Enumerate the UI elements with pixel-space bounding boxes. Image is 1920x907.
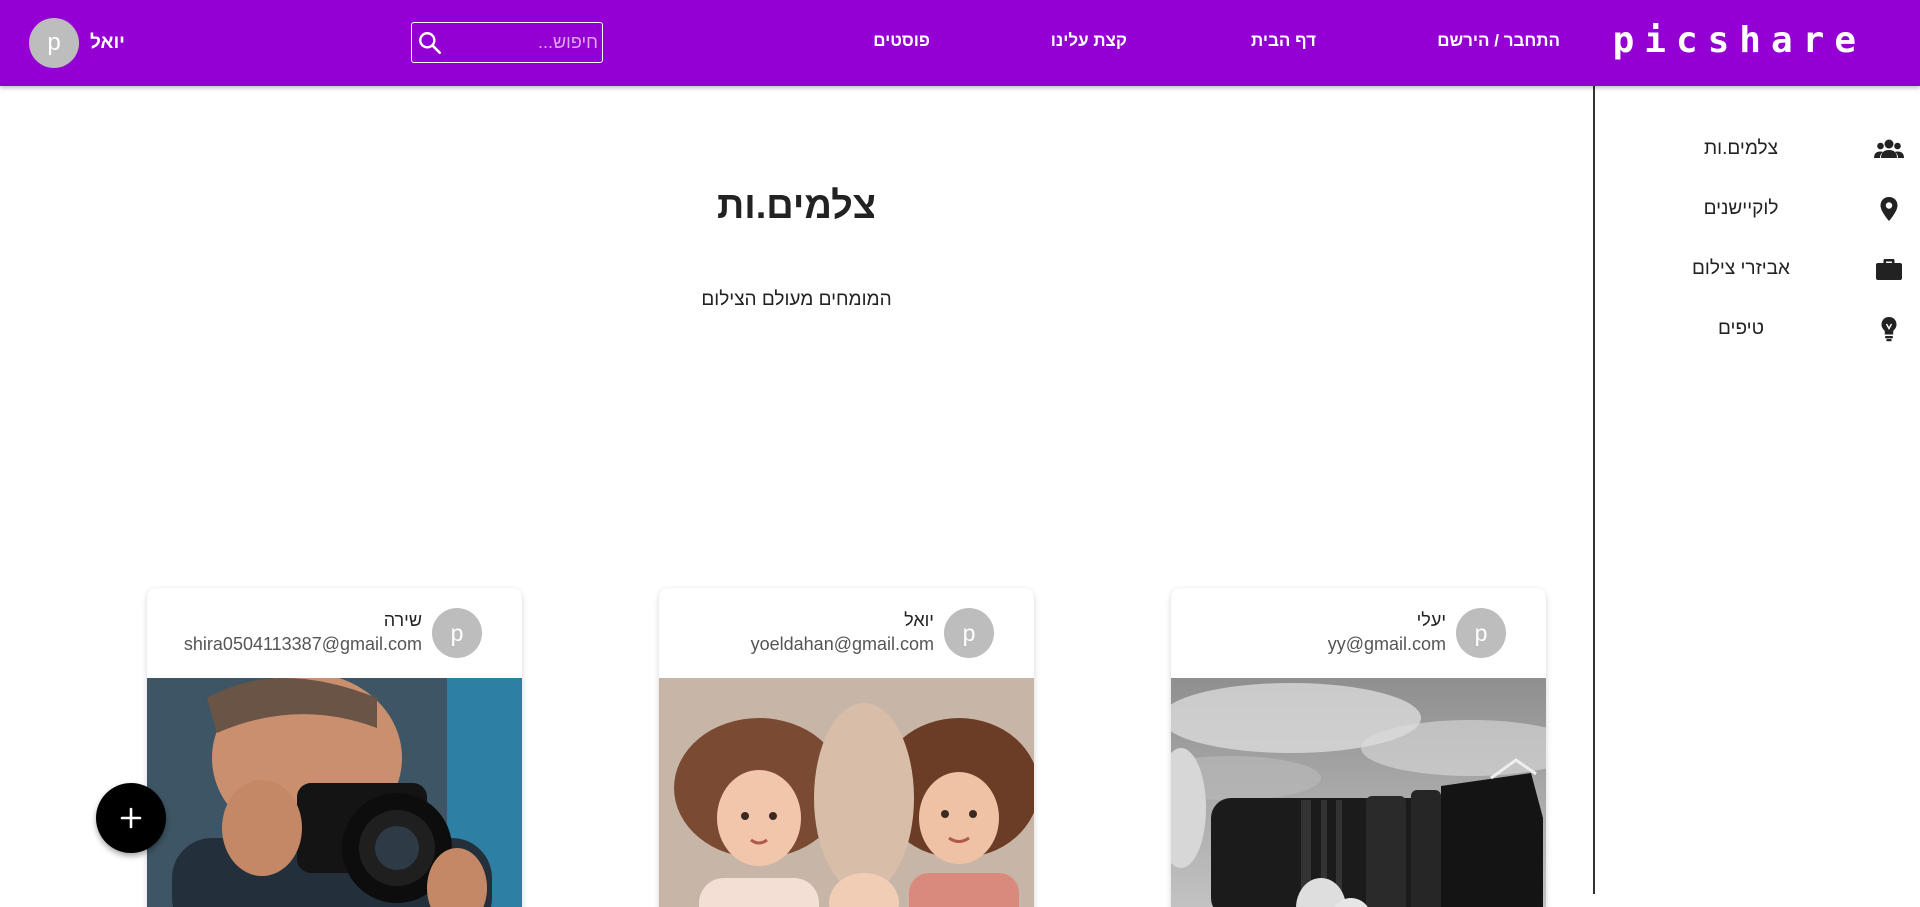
avatar[interactable]: p [1456,608,1506,658]
photographer-photo[interactable] [147,678,522,907]
sidebar-divider [1593,86,1595,894]
sidebar-item-locations[interactable]: לוקיישנים [1596,189,1920,229]
children-photo[interactable] [659,678,1034,907]
nav-about[interactable]: קצת עלינו [1051,31,1127,51]
nav-posts[interactable]: פוסטים [873,31,930,51]
page-title: צלמים.ות [716,185,877,227]
sidebar-item-label: טיפים [1718,318,1764,339]
card-email: shira0504113387@gmail.com [183,634,422,654]
photographer-card[interactable]: p יואל yoeldahan@gmail.com [659,588,1034,907]
card-header: p יעלי yy@gmail.com [1171,588,1546,678]
add-post-button[interactable] [96,783,166,853]
card-name: שירה [383,610,422,630]
sidebar-item-accessories[interactable]: אביזרי צילום [1596,249,1920,289]
avatar[interactable]: p [432,608,482,658]
photographer-card[interactable]: p שירה shira0504113387@gmail.com [147,588,522,907]
card-header: p שירה shira0504113387@gmail.com [147,588,522,678]
nav-login-register[interactable]: התחבר / הירשם [1437,31,1560,51]
plus-icon [120,807,142,829]
card-name: יעלי [1416,610,1446,630]
photographer-card[interactable]: p יעלי yy@gmail.com [1171,588,1546,907]
user-avatar[interactable]: p [29,18,79,68]
camera-lens-photo[interactable] [1171,678,1546,907]
sidebar-item-tips[interactable]: טיפים [1596,309,1920,349]
sidebar-item-label: לוקיישנים [1703,198,1779,219]
brand-logo[interactable]: picshare [1613,20,1866,61]
search-input[interactable] [446,23,598,62]
sidebar-item-photographers[interactable]: צלמים.ות [1596,129,1920,169]
card-name: יואל [904,610,934,630]
card-email: yy@gmail.com [1327,634,1446,654]
card-header: p יואל yoeldahan@gmail.com [659,588,1034,678]
nav-home[interactable]: דף הבית [1251,31,1316,51]
search-icon[interactable] [417,30,443,56]
avatar[interactable]: p [944,608,994,658]
sidebar-item-label: צלמים.ות [1704,138,1778,159]
page-subtitle: המומחים מעולם הצילום [701,289,892,310]
sidebar-item-label: אביזרי צילום [1692,258,1790,279]
user-name[interactable]: יואל [90,32,125,54]
search-box [411,22,603,63]
top-app-bar: picshare התחבר / הירשם דף הבית קצת עלינו… [0,0,1920,86]
card-email: yoeldahan@gmail.com [750,634,934,654]
